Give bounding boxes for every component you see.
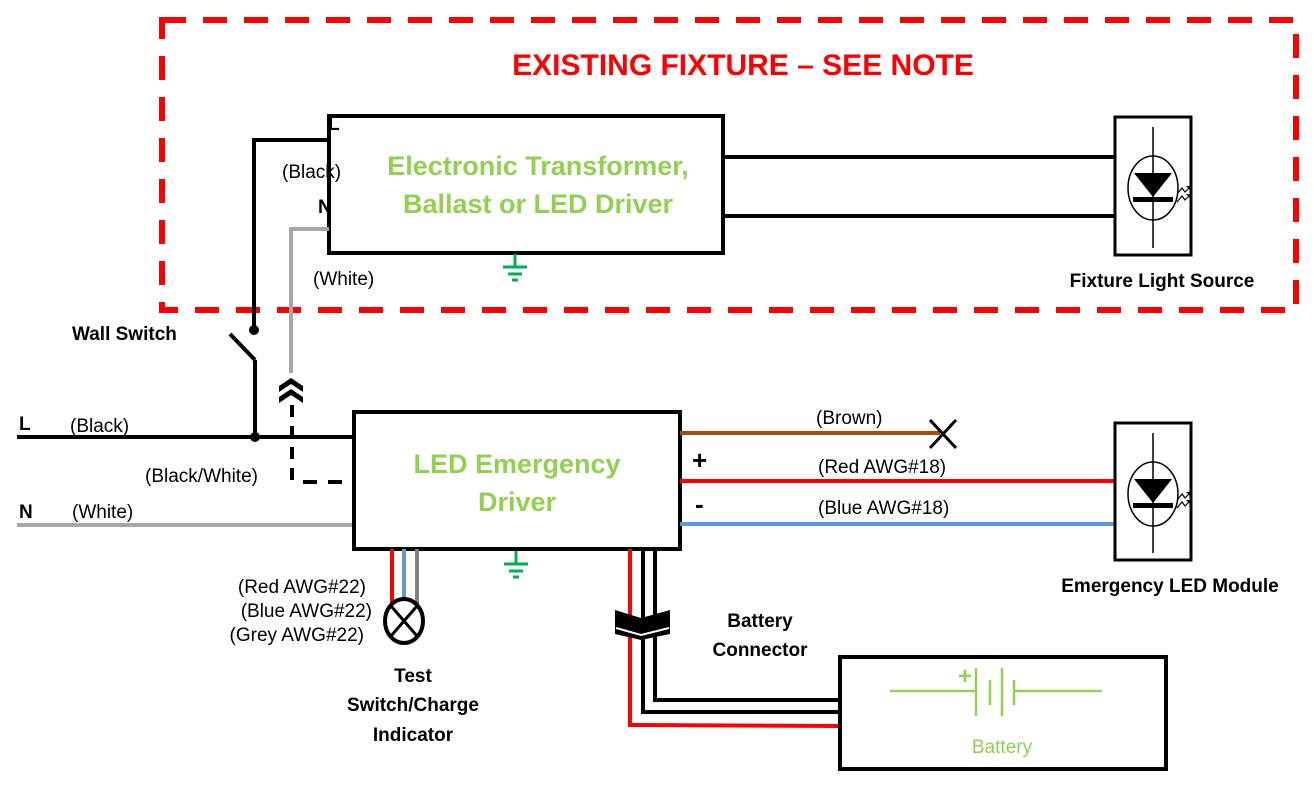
wall-switch-icon bbox=[228, 325, 260, 442]
test-label-line3: Indicator bbox=[373, 725, 454, 746]
test-label-line1: Test bbox=[394, 666, 432, 687]
positive-terminal-label: + bbox=[692, 445, 707, 475]
emergency-led-module bbox=[1113, 421, 1193, 562]
fixture-light-source-label: Fixture Light Source bbox=[1070, 271, 1255, 292]
existing-neutral-wire bbox=[289, 227, 329, 373]
brown-wire-label: (Brown) bbox=[816, 408, 883, 429]
battery-plus-label: + bbox=[958, 663, 972, 690]
wall-switch-label: Wall Switch bbox=[72, 324, 177, 345]
negative-terminal-label: - bbox=[695, 489, 704, 519]
existing-driver-label-line1: Electronic Transformer, bbox=[387, 151, 689, 181]
supply-l-label: L bbox=[19, 414, 31, 435]
test-wire-grey-label: (Grey AWG#22) bbox=[230, 625, 364, 646]
existing-driver-box bbox=[327, 114, 725, 255]
existing-black-label: (Black) bbox=[282, 162, 341, 183]
emergency-driver-box bbox=[352, 410, 682, 551]
supply-white-label: (White) bbox=[72, 502, 133, 523]
battery-label: Battery bbox=[972, 737, 1033, 758]
test-label-line2: Switch/Charge bbox=[347, 695, 479, 716]
emergency-led-module-label: Emergency LED Module bbox=[1061, 576, 1279, 597]
red-awg18-label: (Red AWG#18) bbox=[818, 457, 946, 478]
fixture-light-source bbox=[1113, 115, 1193, 257]
wiring-diagram: EXISTING FIXTURE – SEE NOTE Electronic T… bbox=[17, 17, 1299, 771]
existing-driver-ground-icon bbox=[503, 254, 527, 282]
existing-white-label: (White) bbox=[313, 269, 374, 290]
test-switch-indicator-icon bbox=[383, 597, 425, 645]
existing-driver-input-l: L bbox=[328, 114, 340, 135]
supply-black-label: (Black) bbox=[70, 416, 129, 437]
existing-driver-input-n: N bbox=[318, 197, 332, 218]
test-wire-red-label: (Red AWG#22) bbox=[238, 577, 366, 598]
supply-n-label: N bbox=[19, 502, 33, 523]
existing-fixture-title: EXISTING FIXTURE – SEE NOTE bbox=[512, 49, 974, 82]
neutral-connector-icon bbox=[279, 378, 303, 403]
emergency-driver-label-line1: LED Emergency bbox=[413, 449, 620, 479]
emergency-driver-label-line2: Driver bbox=[478, 487, 557, 517]
existing-driver-label-line2: Ballast or LED Driver bbox=[403, 189, 674, 219]
test-wire-blue-label: (Blue AWG#22) bbox=[241, 601, 372, 622]
blue-awg18-label: (Blue AWG#18) bbox=[818, 498, 949, 519]
battery-connector-label-line2: Connector bbox=[713, 640, 809, 661]
supply-switched-label: (Black/White) bbox=[145, 466, 258, 487]
emergency-driver-ground-icon bbox=[504, 551, 528, 579]
battery-connector-label-line1: Battery bbox=[727, 611, 793, 632]
